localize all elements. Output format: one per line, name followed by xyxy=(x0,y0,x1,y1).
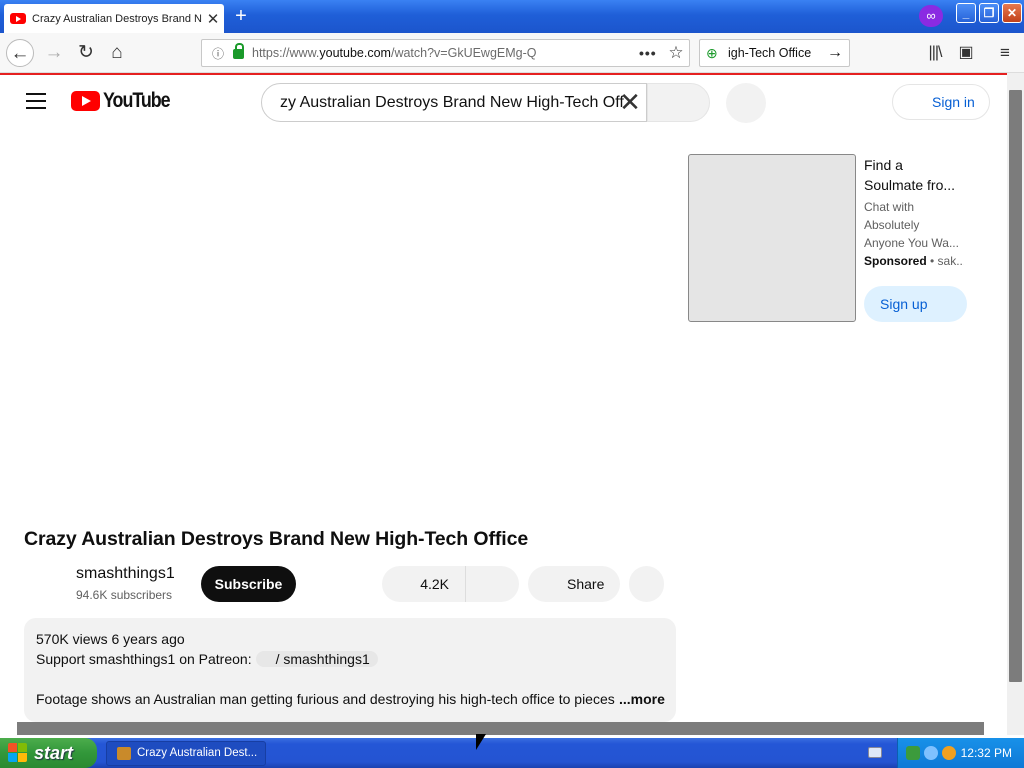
system-tray: 12:32 PM xyxy=(897,738,1024,768)
search-tray-icon[interactable] xyxy=(942,746,956,760)
new-tab-button[interactable]: + xyxy=(230,4,252,28)
address-bar[interactable]: ⓘ https://www.youtube.com/watch?v=GkUEwg… xyxy=(201,39,690,67)
clear-search-icon[interactable]: ✕ xyxy=(618,89,642,115)
views-and-date: 570K views 6 years ago xyxy=(36,631,185,647)
bookmark-star-icon[interactable]: ☆ xyxy=(663,43,689,63)
mouse-cursor-icon xyxy=(476,734,486,750)
lock-icon xyxy=(233,43,244,59)
video-title: Crazy Australian Destroys Brand New High… xyxy=(24,528,529,550)
windows-flag-icon xyxy=(8,743,28,763)
security-icon[interactable] xyxy=(924,746,938,760)
youtube-logo-icon[interactable] xyxy=(71,91,100,111)
tab-close-icon[interactable]: ✕ xyxy=(202,10,224,28)
horizontal-scrollbar[interactable] xyxy=(17,722,984,735)
youtube-wordmark[interactable]: YouTube xyxy=(103,89,171,113)
ad-thumbnail[interactable] xyxy=(688,154,856,322)
patreon-link[interactable]: / smashthings1 xyxy=(255,651,378,667)
private-browsing-mask-icon: ∞ xyxy=(919,5,943,27)
youtube-search-button[interactable] xyxy=(647,83,710,122)
browser-search-box[interactable]: ⊕ igh-Tech Office → xyxy=(699,39,850,67)
ad-signup-button[interactable]: Sign up xyxy=(864,286,967,322)
voice-search-button[interactable] xyxy=(726,83,766,123)
browser-tab[interactable]: Crazy Australian Destroys Brand New High… xyxy=(4,4,224,33)
more-actions-button[interactable] xyxy=(629,566,664,602)
subscribe-button[interactable]: Subscribe xyxy=(201,566,296,602)
reload-icon[interactable]: ↻ xyxy=(72,39,100,67)
show-more-link[interactable]: ...more xyxy=(619,691,665,707)
forward-arrow-icon[interactable]: → xyxy=(40,39,68,67)
info-icon[interactable]: ⓘ xyxy=(209,45,227,62)
close-window-button[interactable]: ✕ xyxy=(1002,3,1022,23)
taskbar-firefox-item[interactable]: Crazy Australian Dest... xyxy=(106,741,266,766)
tab-title: Crazy Australian Destroys Brand New High… xyxy=(32,12,202,25)
like-button[interactable]: 4.2K xyxy=(382,566,466,602)
sign-in-button[interactable]: Sign in xyxy=(892,84,990,120)
youtube-favicon-icon xyxy=(10,13,26,24)
hamburger-menu-icon[interactable] xyxy=(26,93,46,109)
browser-search-text[interactable]: igh-Tech Office xyxy=(728,46,827,60)
subscriber-count: 94.6K subscribers xyxy=(76,588,173,602)
restore-button[interactable]: ❐ xyxy=(979,3,999,23)
patreon-line: Support smashthings1 on Patreon: / smasht… xyxy=(36,651,378,667)
ad-sponsored-label: Sponsored • sak... xyxy=(864,254,964,268)
minimize-button[interactable]: _ xyxy=(956,3,976,23)
search-go-arrow-icon[interactable]: → xyxy=(827,44,849,62)
youtube-search-input[interactable]: zy Australian Destroys Brand New High-Te… xyxy=(261,83,647,122)
share-button[interactable]: Share xyxy=(528,566,620,602)
channel-name[interactable]: smashthings1 xyxy=(76,565,175,583)
home-icon[interactable]: ⌂ xyxy=(103,39,131,67)
url-text[interactable]: https://www.youtube.com/watch?v=GkUEwgEM… xyxy=(252,46,639,60)
ad-title[interactable]: Find a Soulmate fro... xyxy=(864,155,964,195)
vertical-scroll-thumb[interactable] xyxy=(1009,90,1022,682)
ad-description: Chat with Absolutely Anyone You Wa... xyxy=(864,200,959,250)
sidebar-icon[interactable]: ▣ xyxy=(952,39,980,67)
search-engine-icon: ⊕ xyxy=(706,44,718,61)
firefox-icon xyxy=(117,747,131,760)
page-actions-icon[interactable]: ••• xyxy=(639,45,663,61)
network-icon[interactable] xyxy=(906,746,920,760)
clock: 12:32 PM xyxy=(960,746,1012,760)
page-load-divider xyxy=(0,73,1007,75)
back-arrow-icon[interactable]: ← xyxy=(6,39,34,67)
keyboard-layout-icon[interactable] xyxy=(868,747,882,758)
like-dislike-group: 4.2K xyxy=(382,566,519,602)
library-icon[interactable]: |||\ xyxy=(921,39,949,67)
description-text: Footage shows an Australian man getting … xyxy=(36,691,615,707)
menu-icon[interactable]: ≡ xyxy=(991,39,1019,67)
